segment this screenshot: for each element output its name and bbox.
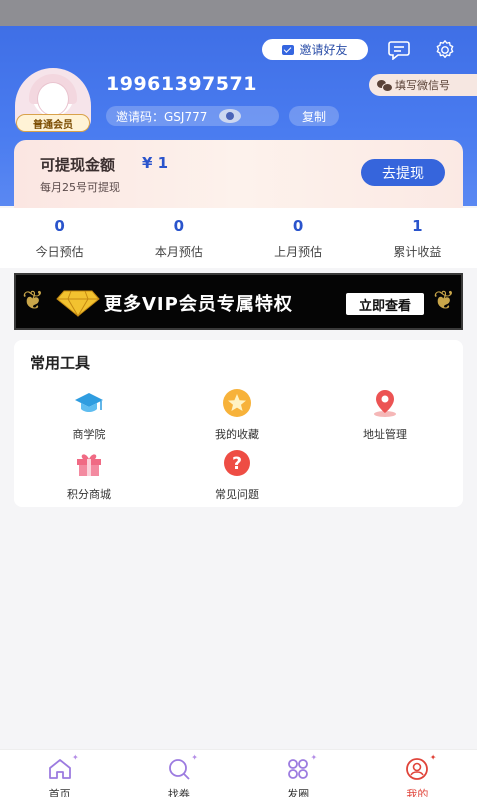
tool-faq[interactable]: ? 常见问题: [182, 448, 292, 502]
view-vip-button[interactable]: 立即查看: [346, 293, 424, 315]
graduation-cap-icon: [75, 393, 103, 412]
tool-address-management[interactable]: 地址管理: [330, 388, 440, 442]
sparkle-icon: ✦: [72, 753, 79, 762]
tab-find-coupon[interactable]: ✦ 找券: [119, 750, 238, 797]
stat-value: 0: [54, 217, 65, 235]
tool-label: 我的收藏: [215, 428, 259, 441]
tab-label: 找券: [167, 788, 190, 797]
tool-label: 常见问题: [215, 488, 259, 501]
tool-label: 地址管理: [363, 428, 407, 441]
balance-card: 可提现金额 ¥ 1 每月25号可提现 去提现: [14, 140, 463, 208]
copy-button[interactable]: 复制: [289, 106, 339, 126]
search-coupon-icon: [168, 759, 190, 780]
invite-code: 邀请码：GSJ777: [106, 106, 279, 126]
invite-friends-button[interactable]: 邀请好友: [262, 39, 368, 60]
message-icon[interactable]: [388, 40, 410, 60]
gear-icon[interactable]: [434, 39, 456, 61]
tool-label: 积分商城: [67, 488, 111, 501]
stat-label: 累计收益: [393, 245, 442, 259]
tab-share-circle[interactable]: ✦ 发圈: [239, 750, 358, 797]
sparkle-icon: ✦: [429, 753, 437, 762]
tools-title: 常用工具: [30, 354, 91, 372]
stat-label: 今日预估: [35, 245, 84, 259]
envelope-icon: [282, 44, 295, 55]
profile-icon: [406, 758, 429, 780]
stat-today[interactable]: 0 今日预估: [0, 208, 119, 268]
share-circle-icon: [288, 759, 309, 779]
home-icon: [48, 759, 71, 779]
eye-icon[interactable]: [219, 109, 242, 123]
tool-label: 商学院: [72, 428, 106, 441]
fill-wechat-button[interactable]: 填写微信号: [369, 74, 477, 96]
tool-my-favorites[interactable]: 我的收藏: [182, 388, 292, 442]
withdraw-note: 每月25号可提现: [40, 181, 120, 194]
stat-label: 本月预估: [154, 245, 203, 259]
balance-amount: ¥ 1: [142, 154, 169, 172]
tab-label: 首页: [48, 788, 71, 797]
user-phone: 19961397571: [106, 73, 257, 95]
sparkle-icon: ✦: [191, 753, 198, 762]
tool-points-mall[interactable]: 积分商城: [34, 448, 144, 502]
earnings-stats: 0 今日预估 0 本月预估 0 上月预估 1 累计收益: [0, 208, 477, 268]
location-pin-icon: [374, 390, 396, 417]
common-tools: 常用工具 商学院 我的收藏 地址管理 积分商城 ? 常见问题: [14, 340, 463, 507]
star-icon: [223, 389, 251, 417]
stat-value: 0: [292, 217, 304, 235]
gift-icon: [77, 454, 101, 476]
sparkle-icon: ✦: [310, 753, 318, 762]
stat-value: 1: [412, 217, 423, 235]
wechat-icon: [377, 79, 393, 92]
vip-banner[interactable]: ❦ ❦ 更多VIP会员专属特权 立即查看: [14, 273, 463, 330]
member-level-badge: 普通会员: [16, 114, 90, 132]
stat-value: 0: [173, 217, 185, 235]
tab-label: 我的: [406, 788, 429, 797]
invite-friends-label: 邀请好友: [299, 43, 348, 57]
bottom-tab-bar: ✦ 首页 ✦ 找券 ✦ 发圈 ✦ 我的: [0, 749, 477, 797]
stat-total[interactable]: 1 累计收益: [358, 208, 477, 268]
fill-wechat-label: 填写微信号: [395, 79, 450, 92]
ornament-icon: ❦: [22, 286, 44, 316]
question-icon: ?: [224, 450, 250, 476]
vip-banner-title: 更多VIP会员专属特权: [104, 294, 293, 315]
tab-profile[interactable]: ✦ 我的: [358, 750, 477, 797]
stat-label: 上月预估: [274, 245, 323, 259]
tab-home[interactable]: ✦ 首页: [0, 750, 119, 797]
balance-label: 可提现金额: [40, 156, 116, 174]
stat-this-month[interactable]: 0 本月预估: [119, 208, 238, 268]
ornament-icon: ❦: [433, 286, 455, 316]
diamond-icon: [56, 290, 100, 317]
tool-business-school[interactable]: 商学院: [34, 388, 144, 442]
tab-label: 发圈: [287, 788, 310, 797]
status-bar: [0, 0, 477, 26]
svg-text:?: ?: [232, 454, 242, 474]
invite-code-text: 邀请码：GSJ777: [116, 109, 208, 124]
stat-last-month[interactable]: 0 上月预估: [239, 208, 358, 268]
withdraw-button[interactable]: 去提现: [361, 159, 445, 186]
